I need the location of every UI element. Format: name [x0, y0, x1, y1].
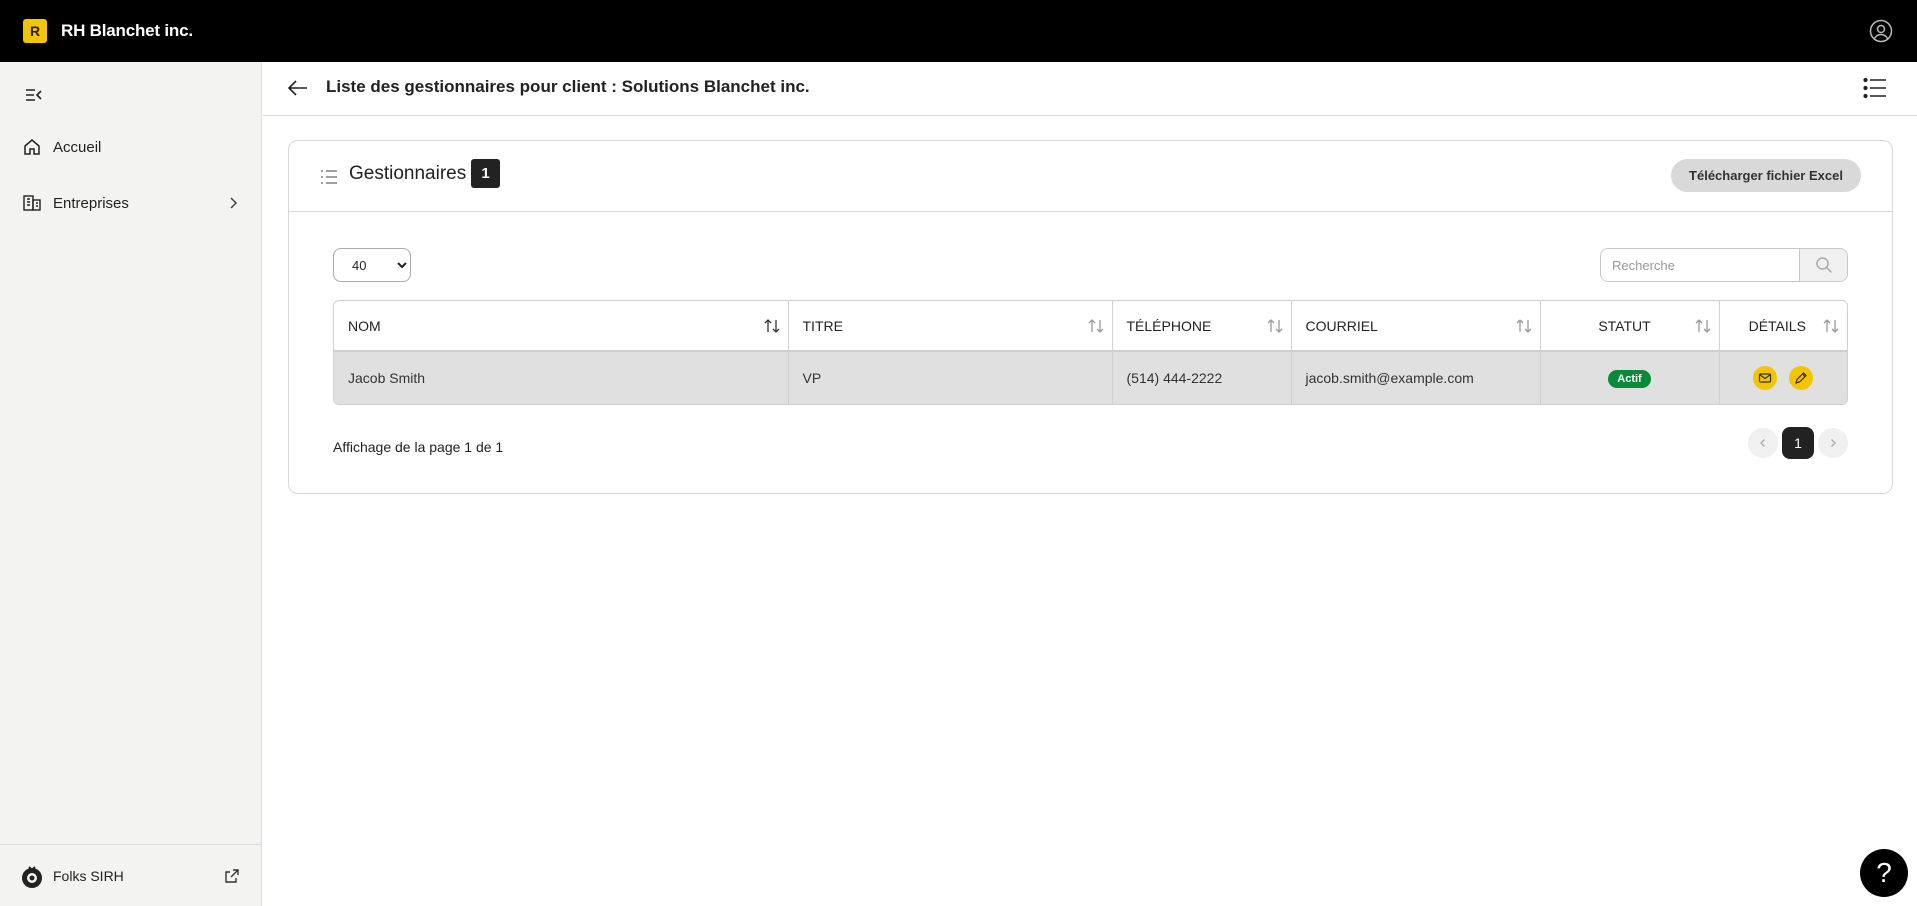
chevron-right-icon — [1831, 439, 1836, 447]
column-header-label: COURRIEL — [1305, 317, 1378, 334]
page-header: Liste des gestionnaires pour client : So… — [263, 62, 1917, 116]
sidebar-item-label: Entreprises — [53, 194, 129, 212]
card-title: Gestionnaires — [349, 163, 467, 184]
pencil-icon — [1795, 372, 1808, 384]
column-header-label: TÉLÉPHONE — [1126, 317, 1212, 334]
table-row[interactable]: Jacob Smith VP (514) 444-2222 jacob.smit… — [334, 351, 1847, 404]
mail-icon — [1759, 373, 1772, 383]
sort-icon[interactable] — [1088, 318, 1104, 334]
list-icon — [321, 170, 337, 184]
count-badge: 1 — [471, 159, 500, 188]
chevron-right-icon — [230, 197, 238, 209]
column-header-courriel[interactable]: COURRIEL — [1291, 301, 1541, 352]
back-arrow-icon[interactable] — [287, 77, 309, 99]
sort-icon[interactable] — [764, 318, 780, 334]
page-size-select[interactable]: 40 — [333, 248, 411, 282]
card-header: Gestionnaires 1 Télécharger fichier Exce… — [289, 141, 1892, 212]
cell-telephone: (514) 444-2222 — [1112, 351, 1292, 404]
column-header-label: NOM — [348, 317, 381, 334]
column-header-telephone[interactable]: TÉLÉPHONE — [1112, 301, 1292, 352]
column-header-statut[interactable]: STATUT — [1540, 301, 1720, 352]
edit-button[interactable] — [1789, 366, 1814, 390]
managers-card: Gestionnaires 1 Télécharger fichier Exce… — [288, 140, 1893, 494]
sort-icon[interactable] — [1695, 318, 1711, 334]
page-number-button[interactable]: 1 — [1782, 427, 1814, 459]
folks-logo-icon — [22, 866, 42, 888]
pagination-info: Affichage de la page 1 de 1 — [333, 439, 504, 455]
sidebar-item-accueil[interactable]: Accueil — [0, 127, 262, 167]
cell-details — [1719, 351, 1847, 404]
managers-table: NOM TITRE TÉLÉPHONE COURRIEL STATUT DÉTA… — [333, 300, 1848, 405]
column-header-label: TITRE — [802, 317, 843, 334]
status-badge: Actif — [1608, 369, 1651, 388]
collapse-sidebar-icon[interactable] — [24, 85, 44, 105]
home-icon — [24, 139, 40, 155]
pagination: 1 — [1748, 427, 1848, 459]
search-icon — [1815, 257, 1832, 274]
sort-icon[interactable] — [1823, 318, 1839, 334]
search-input[interactable] — [1601, 249, 1800, 281]
column-header-label: STATUT — [1598, 317, 1651, 334]
page-title: Liste des gestionnaires pour client : So… — [326, 77, 810, 96]
search-box — [1600, 248, 1848, 282]
search-button[interactable] — [1800, 249, 1847, 281]
email-button[interactable] — [1753, 366, 1778, 390]
brand-name: RH Blanchet inc. — [61, 21, 193, 40]
cell-titre: VP — [788, 351, 1113, 404]
column-header-details[interactable]: DÉTAILS — [1719, 301, 1847, 352]
sidebar-footer-folks[interactable]: Folks SIRH — [0, 844, 262, 906]
external-link-icon[interactable] — [224, 868, 240, 884]
column-header-label: DÉTAILS — [1748, 317, 1806, 334]
sidebar-item-entreprises[interactable]: Entreprises — [0, 183, 262, 223]
sidebar-footer-label: Folks SIRH — [53, 867, 124, 884]
chevron-left-icon — [1760, 439, 1765, 447]
next-page-button[interactable] — [1818, 428, 1848, 458]
cell-courriel: jacob.smith@example.com — [1291, 351, 1541, 404]
sidebar-item-label: Accueil — [53, 138, 102, 156]
list-view-icon[interactable] — [1863, 77, 1887, 99]
column-header-titre[interactable]: TITRE — [788, 301, 1113, 352]
building-icon — [23, 195, 41, 211]
download-excel-button[interactable]: Télécharger fichier Excel — [1671, 159, 1861, 192]
prev-page-button[interactable] — [1748, 428, 1778, 458]
user-account-icon[interactable] — [1869, 19, 1893, 43]
brand-logo: R — [23, 19, 47, 43]
help-button[interactable]: ? — [1860, 849, 1908, 897]
cell-statut: Actif — [1540, 351, 1720, 404]
sidebar: Accueil Entreprises Folks SIRH — [0, 62, 262, 906]
sort-icon[interactable] — [1267, 318, 1283, 334]
top-bar: R RH Blanchet inc. — [0, 0, 1917, 62]
sort-icon[interactable] — [1516, 318, 1532, 334]
cell-nom: Jacob Smith — [334, 351, 789, 404]
column-header-nom[interactable]: NOM — [334, 301, 789, 352]
table-header-row: NOM TITRE TÉLÉPHONE COURRIEL STATUT DÉTA… — [334, 301, 1847, 352]
